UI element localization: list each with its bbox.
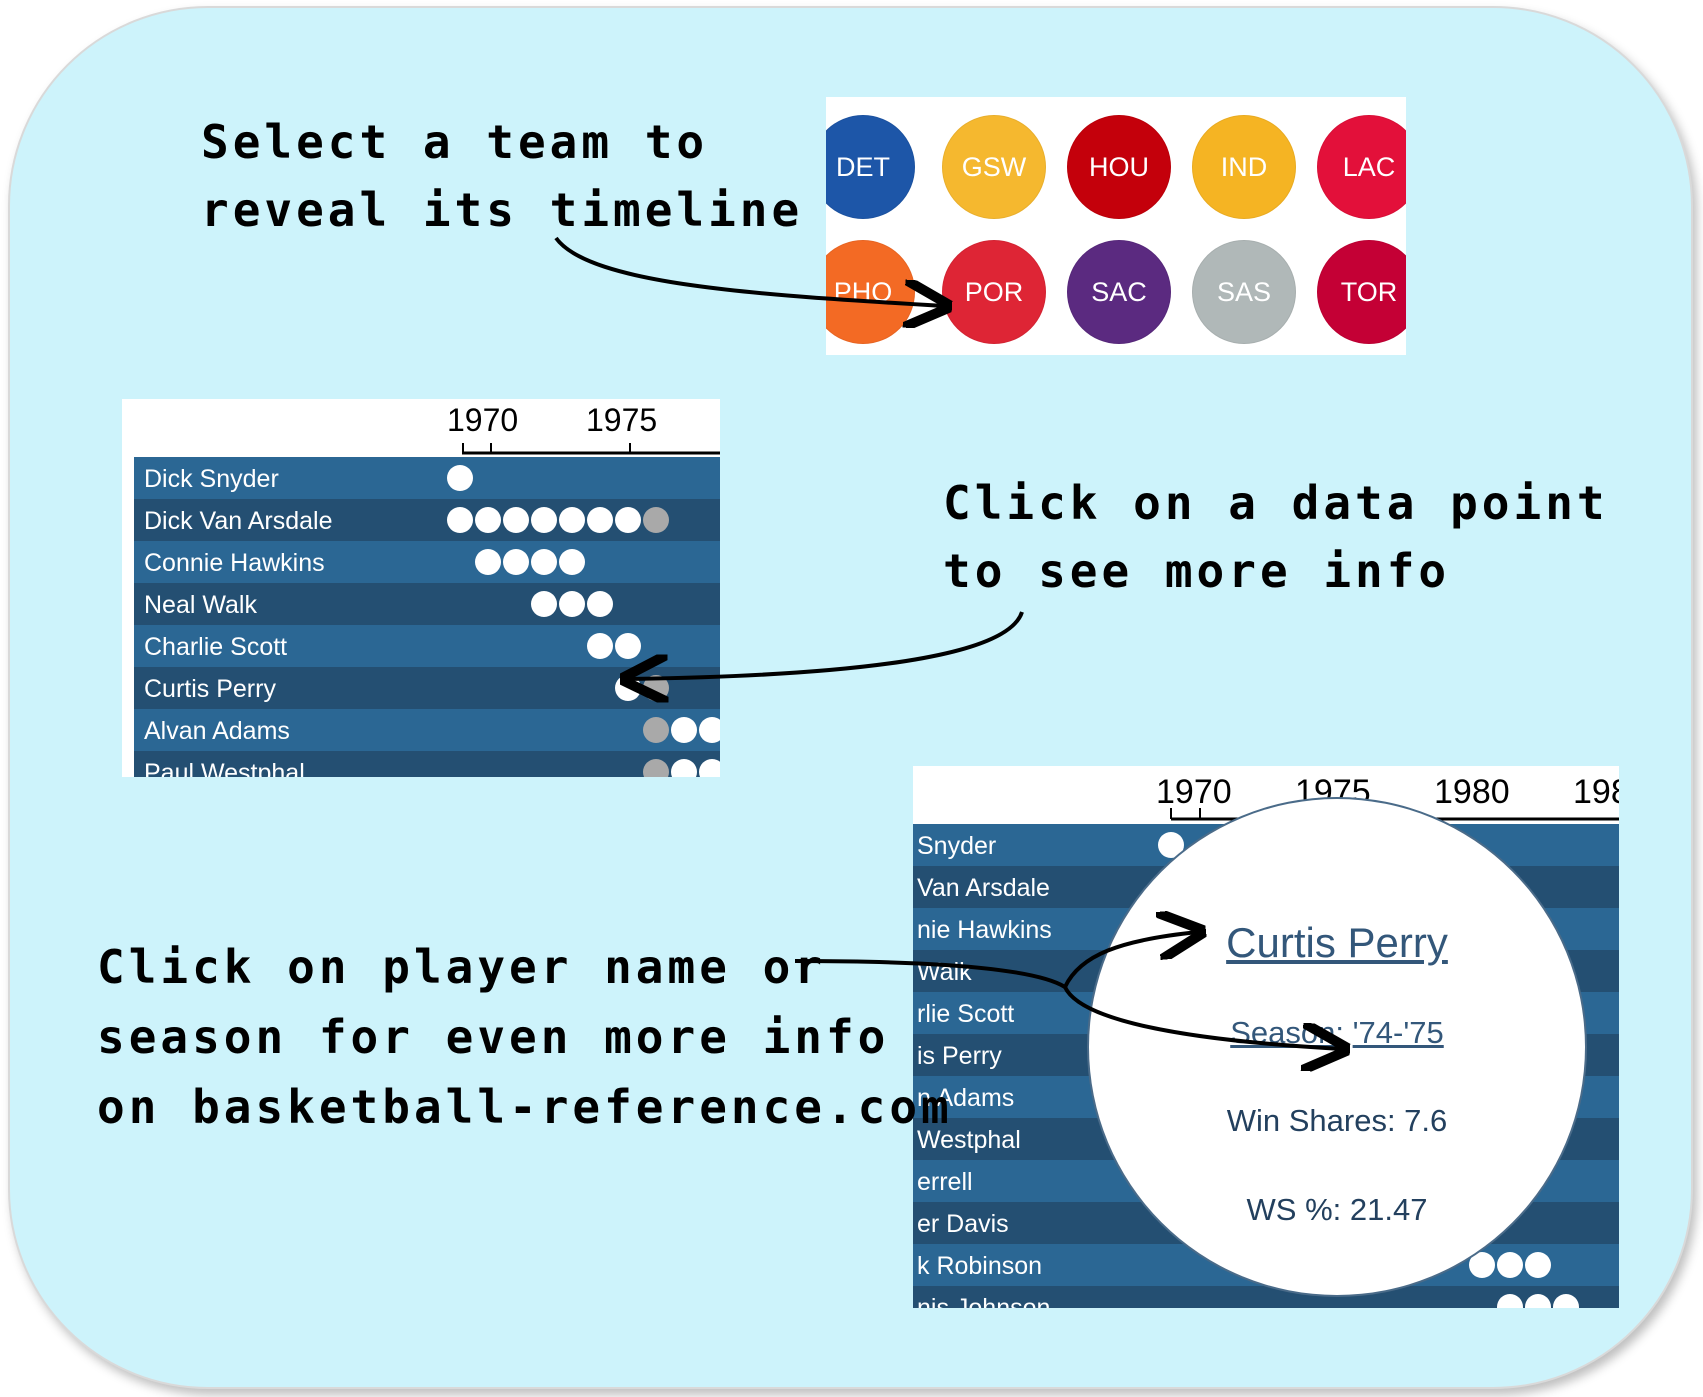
team-button-lac[interactable]: LAC [1317,115,1406,219]
season-data-point[interactable] [1525,1252,1551,1278]
season-data-point[interactable] [587,633,613,659]
season-data-point[interactable] [587,507,613,533]
season-data-point[interactable] [1497,1252,1523,1278]
player-name[interactable]: errell [917,1168,973,1197]
season-data-point[interactable] [1525,1294,1551,1308]
season-data-point[interactable] [671,759,697,777]
season-data-point[interactable] [531,549,557,575]
player-name[interactable]: Charlie Scott [144,633,287,662]
team-timeline-small: 1970 1975 Dick Snyder Dick Van Arsdale Con… [122,399,720,777]
season-label: Season: [1230,1015,1344,1050]
team-button-pho[interactable]: PHO [826,240,915,344]
season-data-point[interactable] [503,549,529,575]
season-data-point[interactable] [671,717,697,743]
player-name[interactable]: Alvan Adams [144,717,290,746]
player-row: nis Johnson [913,1286,1619,1308]
season-data-point[interactable] [1469,1252,1495,1278]
hint-click-player-name: Click on player name or season for even … [97,932,953,1142]
player-name-link[interactable]: Curtis Perry [1089,919,1585,967]
season-data-point[interactable] [615,507,641,533]
season-data-point[interactable] [643,717,669,743]
player-row: Connie Hawkins [134,541,720,583]
season-data-point[interactable] [587,591,613,617]
season-link[interactable]: '74-'75 [1353,1015,1444,1050]
player-name[interactable]: er Davis [917,1210,1009,1239]
hint-line: to see more info [943,544,1451,598]
season-data-point[interactable] [699,717,720,743]
player-name[interactable]: Connie Hawkins [144,549,325,578]
team-button-sac[interactable]: SAC [1067,240,1171,344]
player-row: Charlie Scott [134,625,720,667]
season-data-point[interactable] [531,591,557,617]
win-shares-text: Win Shares: 7.6 [1226,1103,1448,1138]
ws-percent-text: WS %: 21.47 [1246,1192,1428,1227]
hint-click-data-point: Click on a data point to see more info [943,469,1609,605]
season-data-point[interactable] [559,507,585,533]
season-data-point[interactable] [643,507,669,533]
hint-line: on basketball-reference.com [97,1080,953,1134]
team-button-det[interactable]: DET [826,115,915,219]
season-data-point[interactable] [559,549,585,575]
season-data-point[interactable] [615,675,641,701]
hint-select-team: Select a team to reveal its timeline [201,108,803,244]
season-data-point[interactable] [531,507,557,533]
season-data-point[interactable] [1497,1294,1523,1308]
team-button-hou[interactable]: HOU [1067,115,1171,219]
player-name[interactable]: nis Johnson [917,1294,1050,1308]
hint-line: Select a team to [201,115,709,169]
team-button-gsw[interactable]: GSW [942,115,1046,219]
player-name[interactable]: Neal Walk [144,591,257,620]
tutorial-panel: Select a team to reveal its timeline DET… [8,6,1693,1389]
season-data-point[interactable] [615,633,641,659]
season-data-point[interactable] [643,675,669,701]
season-data-point[interactable] [699,759,720,777]
player-name[interactable]: Snyder [917,832,996,861]
hint-line: Click on a data point [943,476,1609,530]
team-selector: DET GSW HOU IND LAC PHO POR SAC SAS TOR [826,97,1406,355]
hint-line: reveal its timeline [201,183,804,237]
player-name[interactable]: Dick Snyder [144,465,279,494]
player-row: Curtis Perry [134,667,720,709]
season-data-point[interactable] [1553,1294,1579,1308]
team-button-tor[interactable]: TOR [1317,240,1406,344]
season-line: Season: '74-'75 [1089,1015,1585,1051]
team-button-sas[interactable]: SAS [1192,240,1296,344]
season-data-point[interactable] [503,507,529,533]
player-row: Paul Westphal [134,751,720,777]
player-row: Dick Van Arsdale [134,499,720,541]
player-name[interactable]: Dick Van Arsdale [144,507,333,536]
hint-line: season for even more info [97,1010,890,1064]
player-row: Dick Snyder [134,457,720,499]
season-data-point[interactable] [475,549,501,575]
player-name[interactable]: Van Arsdale [917,874,1050,903]
timeline-axis [462,443,720,455]
season-data-point[interactable] [643,759,669,777]
season-data-point[interactable] [447,465,473,491]
team-button-ind[interactable]: IND [1192,115,1296,219]
season-data-point[interactable] [559,591,585,617]
team-timeline-zoomed: 1970 1975 1980 198 SnyderVan Arsdalenie … [913,766,1619,1308]
player-row: Neal Walk [134,583,720,625]
player-name[interactable]: Paul Westphal [144,759,305,777]
team-button-por[interactable]: POR [942,240,1046,344]
player-row: Alvan Adams [134,709,720,751]
season-data-point[interactable] [475,507,501,533]
player-name[interactable]: Curtis Perry [144,675,276,704]
info-tooltip-magnified: Curtis Perry Season: '74-'75 Win Shares:… [1089,799,1585,1295]
season-data-point[interactable] [447,507,473,533]
hint-line: Click on player name or [97,940,826,994]
player-name[interactable]: k Robinson [917,1252,1042,1281]
